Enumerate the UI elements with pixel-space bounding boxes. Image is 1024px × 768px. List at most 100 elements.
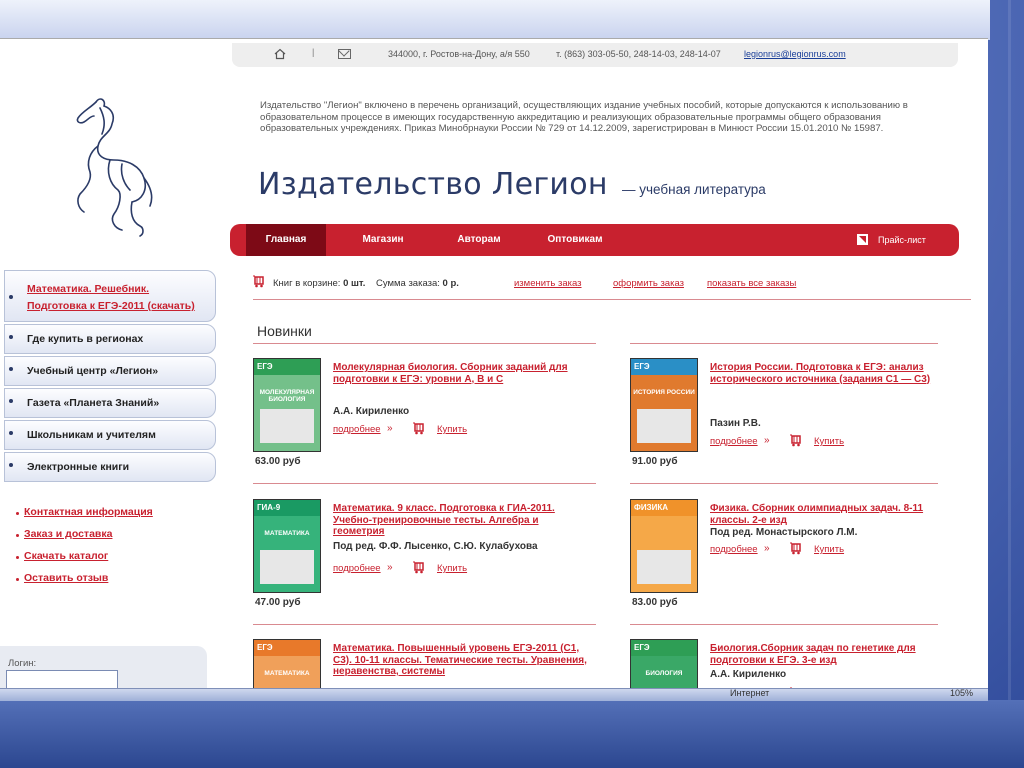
cover-band: ГИА-9	[254, 500, 320, 516]
buy-link[interactable]: Купить	[437, 563, 467, 574]
buy-link[interactable]: Купить	[814, 436, 844, 447]
cover-image	[260, 409, 314, 443]
phones: т. (863) 303-05-50, 248-14-03, 248-14-07	[556, 49, 721, 59]
bullet-icon	[9, 463, 13, 467]
cart-sum-value: 0 р.	[442, 278, 459, 289]
cart-books-label: Книг в корзине:	[273, 278, 341, 289]
divider	[253, 299, 971, 300]
bullet-icon	[9, 431, 13, 435]
mail-icon[interactable]	[338, 49, 351, 59]
divider	[253, 483, 596, 484]
nav-item-main[interactable]: Главная	[246, 224, 326, 256]
main-nav: Главная Магазин Авторам Оптовикам Прайс-…	[230, 224, 959, 256]
cart-icon[interactable]	[413, 421, 425, 435]
link-order-delivery[interactable]: Заказ и доставка	[16, 528, 153, 550]
cover-band: ЕГЭ	[254, 640, 320, 656]
info-links: Контактная информация Заказ и доставка С…	[16, 506, 153, 594]
product-card: ЕГЭ БИОЛОГИЯ Биология.Сборник задач по ген…	[630, 639, 960, 689]
sidebar-item-label: Где купить в регионах	[27, 333, 144, 345]
sidebar-item-training-center[interactable]: Учебный центр «Легион»	[4, 356, 216, 386]
more-link[interactable]: подробнее	[710, 544, 758, 555]
product-author: Под ред. Ф.Ф. Лысенко, С.Ю. Кулабухова	[333, 541, 538, 552]
product-author: Под ред. Монастырского Л.М.	[710, 527, 858, 538]
cover-image	[260, 550, 314, 584]
cover-title: МОЛЕКУЛЯРНАЯ БИОЛОГИЯ	[259, 389, 315, 403]
login-label: Логин:	[8, 658, 37, 669]
sidebar-item-math-solutions[interactable]: Математика. Решебник. Подготовка к ЕГЭ-2…	[4, 270, 216, 322]
sidebar-item-regions[interactable]: Где купить в регионах	[4, 324, 216, 354]
section-title: Новинки	[257, 323, 312, 339]
bullet-icon	[9, 335, 13, 339]
cart-icon[interactable]	[413, 560, 425, 574]
cover-band: ЕГЭ	[631, 359, 697, 375]
cover-image	[637, 409, 691, 443]
product-title-link[interactable]: Математика. 9 класс. Подготовка к ГИА-20…	[333, 503, 588, 538]
buy-link[interactable]: Купить	[814, 544, 844, 555]
divider	[253, 343, 596, 344]
excel-icon[interactable]	[857, 234, 868, 245]
cart-icon[interactable]	[790, 433, 802, 447]
cart-icon[interactable]	[790, 541, 802, 555]
book-cover[interactable]: ФИЗИКА	[630, 499, 698, 593]
bullet-icon	[9, 295, 13, 299]
sidebar-item-students-teachers[interactable]: Школьникам и учителям	[4, 420, 216, 450]
product-price: 91.00 руб	[632, 456, 678, 467]
home-icon[interactable]	[274, 48, 286, 60]
login-box: Логин:	[0, 646, 207, 689]
divider	[253, 624, 596, 625]
book-cover[interactable]: ГИА-9 МАТЕМАТИКА	[253, 499, 321, 593]
nav-item-shop[interactable]: Магазин	[344, 224, 422, 256]
price-list-link[interactable]: Прайс-лист	[878, 224, 926, 256]
horse-logo-icon	[76, 98, 153, 237]
show-orders-link[interactable]: показать все заказы	[707, 278, 796, 289]
browser-toolbar-area	[0, 0, 990, 40]
sidebar-item-ebooks[interactable]: Электронные книги	[4, 452, 216, 482]
product-price: 63.00 руб	[255, 456, 301, 467]
contact-bar: | 344000, г. Ростов-на-Дону, а/я 550 т. …	[232, 43, 958, 67]
buy-link[interactable]: Купить	[437, 424, 467, 435]
checkout-link[interactable]: оформить заказ	[613, 278, 684, 289]
sidebar-item-label: Математика. Решебник. Подготовка к ЕГЭ-2…	[27, 283, 195, 312]
email-link[interactable]: legionrus@legionrus.com	[744, 49, 846, 59]
separator: |	[312, 47, 315, 57]
product-price: 47.00 руб	[255, 597, 301, 608]
product-title-link[interactable]: История России. Подготовка к ЕГЭ: анализ…	[710, 362, 965, 385]
nav-item-wholesale[interactable]: Оптовикам	[536, 224, 614, 256]
link-contacts[interactable]: Контактная информация	[16, 506, 153, 528]
book-cover[interactable]: ЕГЭ МОЛЕКУЛЯРНАЯ БИОЛОГИЯ	[253, 358, 321, 452]
more-link[interactable]: подробнее	[710, 436, 758, 447]
product-card: ЕГЭ МОЛЕКУЛЯРНАЯ БИОЛОГИЯ Молекулярная био…	[253, 358, 583, 478]
product-title-link[interactable]: Молекулярная биология. Сборник заданий д…	[333, 362, 588, 385]
product-card: ЕГЭ МАТЕМАТИКА Математика. Повышенный уров…	[253, 639, 587, 689]
link-download-catalog[interactable]: Скачать каталог	[16, 550, 153, 572]
zoom-level[interactable]: 105%	[950, 688, 973, 698]
sidebar-item-newspaper[interactable]: Газета «Планета Знаний»	[4, 388, 216, 418]
cover-band: ЕГЭ	[254, 359, 320, 375]
product-title-link[interactable]: Биология.Сборник задач по генетике для п…	[710, 643, 965, 666]
book-cover[interactable]: ЕГЭ ИСТОРИЯ РОССИИ	[630, 358, 698, 452]
more-link[interactable]: подробнее	[333, 563, 381, 574]
product-card: ЕГЭ ИСТОРИЯ РОССИИ История России. Подгото…	[630, 358, 960, 478]
book-cover[interactable]: ЕГЭ МАТЕМАТИКА	[253, 639, 321, 689]
cover-title: БИОЛОГИЯ	[645, 670, 683, 677]
product-card: ГИА-9 МАТЕМАТИКА Математика. 9 класс. Подг…	[253, 499, 583, 619]
cover-band: ЕГЭ	[631, 640, 697, 656]
change-order-link[interactable]: изменить заказ	[514, 278, 582, 289]
bullet-icon	[9, 399, 13, 403]
product-title-link[interactable]: Математика. Повышенный уровень ЕГЭ-2011 …	[333, 643, 588, 678]
product-author: Пазин Р.В.	[710, 418, 761, 429]
divider	[630, 343, 938, 344]
book-cover[interactable]: ЕГЭ БИОЛОГИЯ	[630, 639, 698, 689]
divider	[630, 624, 938, 625]
nav-item-authors[interactable]: Авторам	[440, 224, 518, 256]
cart-books-value: 0 шт.	[343, 278, 366, 289]
more-link[interactable]: подробнее	[333, 424, 381, 435]
login-input[interactable]	[6, 670, 118, 689]
product-title-link[interactable]: Физика. Сборник олимпиадных задач. 8-11 …	[710, 503, 965, 526]
cover-title	[631, 530, 697, 544]
taskbar-area	[0, 700, 1024, 768]
cover-title: ИСТОРИЯ РОССИИ	[633, 389, 695, 396]
link-feedback[interactable]: Оставить отзыв	[16, 572, 153, 594]
site-subtitle: — учебная литература	[622, 182, 766, 197]
product-card: ФИЗИКА Физика. Сборник олимпиадных задач.…	[630, 499, 960, 619]
